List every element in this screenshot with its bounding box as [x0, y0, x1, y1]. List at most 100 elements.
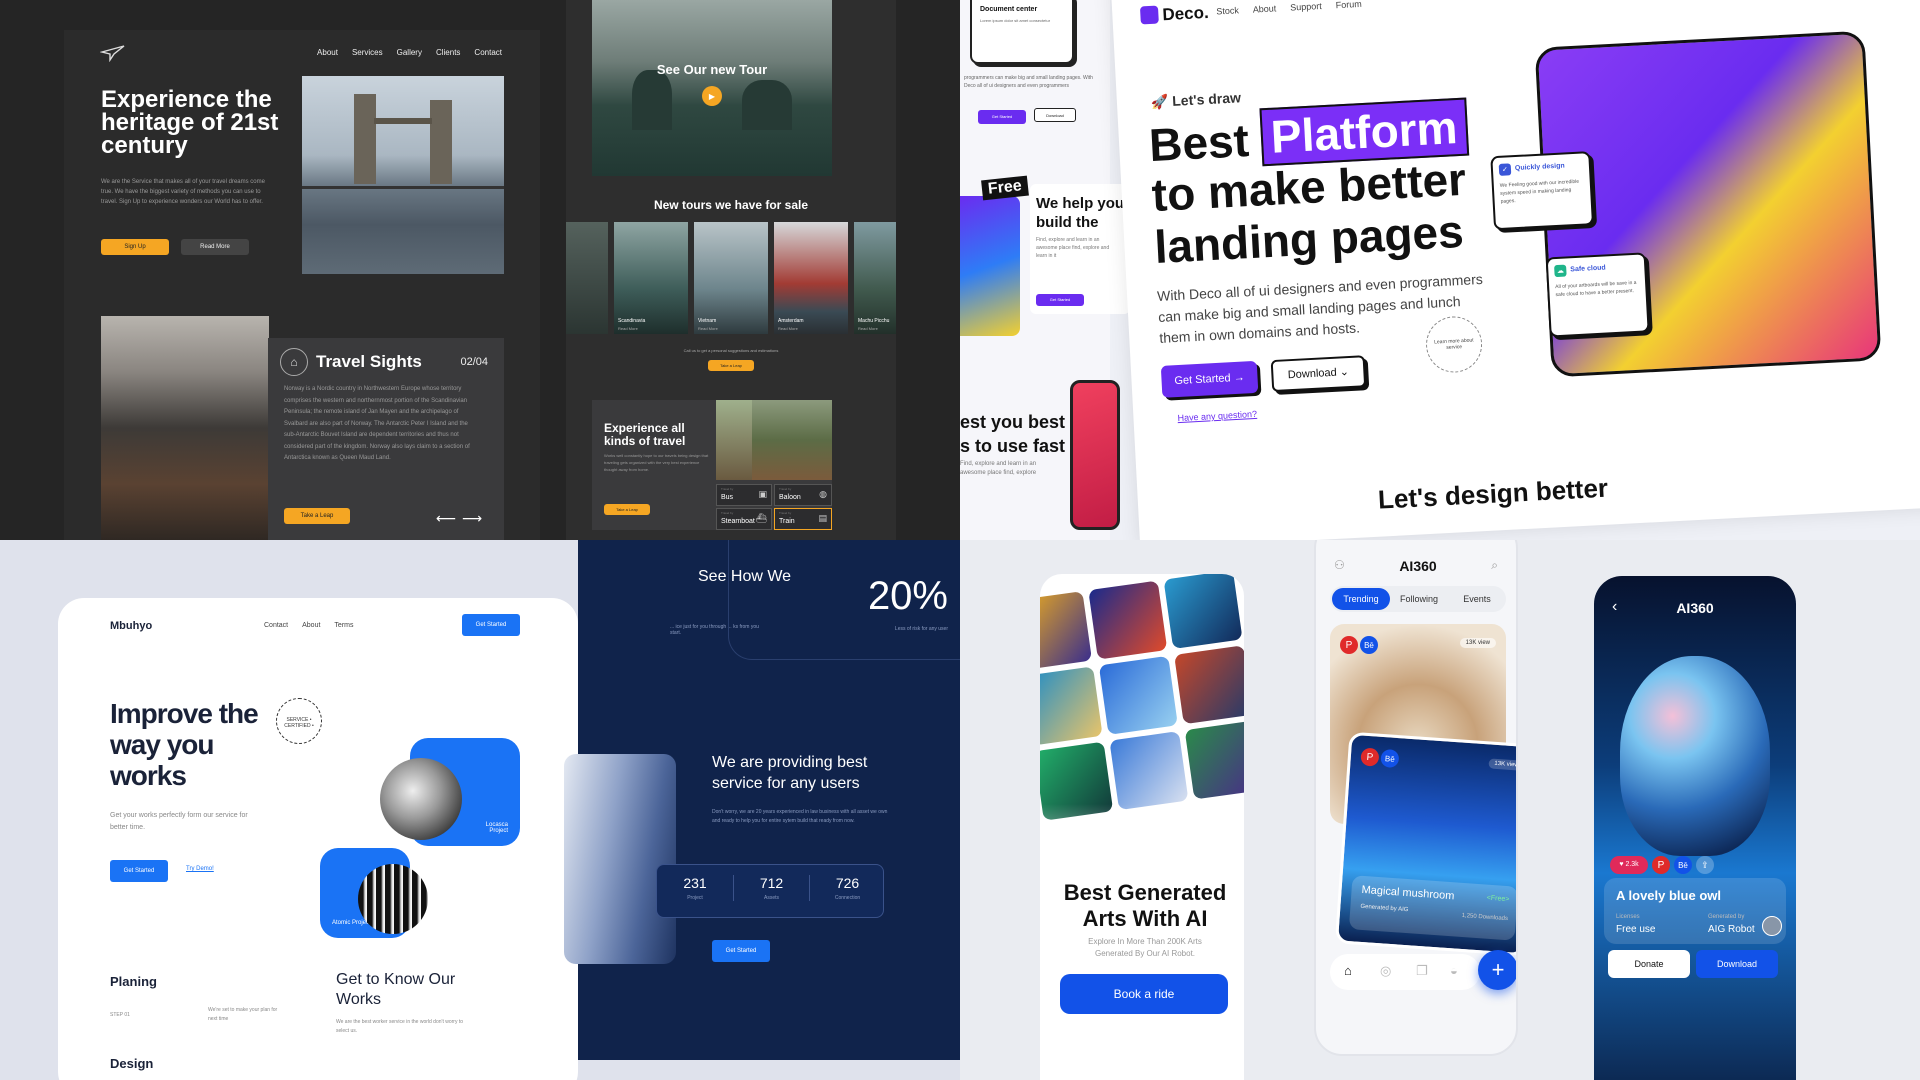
pinterest-icon[interactable]: P: [1360, 747, 1380, 767]
provide-title: We are providing best service for any us…: [712, 754, 868, 792]
tour-card-amsterdam[interactable]: Amsterdam Read More: [774, 222, 848, 334]
left-bottom-text: Find, explore and learn in an awesome pl…: [960, 461, 1037, 476]
deco-logo-icon: [1139, 5, 1159, 25]
share-icon[interactable]: ⇪: [1696, 856, 1714, 874]
tour-sub: Read More: [858, 326, 878, 331]
nav-about[interactable]: About: [1253, 3, 1277, 14]
nav-about[interactable]: About: [302, 622, 320, 629]
tour-video-image[interactable]: See Our new Tour ▶: [592, 0, 832, 176]
know-text: We are the best worker service in the wo…: [336, 1019, 464, 1034]
mushroom-card[interactable]: P Bē 13K view Magical mushroom <Free> Ge…: [1334, 731, 1516, 957]
compass-icon[interactable]: ◎: [1380, 963, 1391, 979]
tab-following[interactable]: Following: [1390, 588, 1448, 610]
sights-title: Travel Sights: [316, 352, 422, 371]
book-ride-button[interactable]: Book a ride: [1060, 974, 1228, 1014]
next-arrow-icon[interactable]: ⟶: [462, 510, 482, 527]
nav-support[interactable]: Support: [1290, 1, 1322, 13]
we-help-button[interactable]: Get Started: [1036, 294, 1084, 306]
mode-name: Baloon: [779, 494, 801, 501]
mode-label: Travel by: [779, 487, 792, 491]
nav-about[interactable]: About: [317, 48, 338, 57]
safe-cloud-card: Safe cloud ☁ All of your artboards will …: [1545, 252, 1650, 338]
balloon-icon: ◍: [819, 489, 827, 499]
nav-terms[interactable]: Terms: [334, 622, 353, 629]
check-icon: ✓: [1498, 163, 1512, 176]
layers-icon[interactable]: ❐: [1416, 963, 1428, 979]
side-get-started[interactable]: Get Started: [978, 110, 1026, 124]
exp-title: Experience all kinds of travel: [604, 421, 686, 448]
nav-stock[interactable]: Stock: [1216, 5, 1239, 16]
readmore-button[interactable]: Read More: [181, 239, 249, 255]
take-leap-button[interactable]: Take a Leap: [284, 508, 350, 524]
ai-quadrant: Best Generated Arts With AI Explore In M…: [960, 540, 1920, 1080]
donate-button[interactable]: Donate: [1608, 950, 1690, 978]
mbuhyo-nav: Contact About Terms: [250, 622, 353, 629]
hero-get-started[interactable]: Get Started: [110, 860, 168, 882]
exp-card: Experience all kinds of travel Works wel…: [592, 400, 832, 530]
mode-name: Bus: [721, 494, 734, 501]
mushroom-by: Generated by AIG: [1360, 903, 1409, 914]
tab-trending[interactable]: Trending: [1332, 588, 1390, 610]
nav-services[interactable]: Services: [352, 48, 383, 57]
tour-card-vietnam[interactable]: Vietnam Read More: [694, 222, 768, 334]
nav-contact[interactable]: Contact: [264, 622, 288, 629]
left-bottom-title: est you best s to use fast: [960, 412, 1066, 456]
pinterest-icon[interactable]: P: [1652, 856, 1670, 874]
tour-name: Scandinavia: [618, 318, 646, 324]
try-demo-link[interactable]: Try Demo!: [186, 866, 214, 872]
sights-icon: ⌂: [280, 348, 308, 376]
prev-arrow-icon[interactable]: ⟵: [436, 510, 456, 527]
card-label: Locasca Project: [485, 822, 508, 834]
question-link[interactable]: Have any question?: [1177, 409, 1257, 423]
we-help-title: We help you build the best landing: [1036, 195, 1125, 231]
nav-forum[interactable]: Forum: [1335, 0, 1362, 10]
mode-train[interactable]: Travel by Train ▤: [774, 508, 832, 530]
card2-title: Safe cloud: [1570, 264, 1606, 274]
pinterest-icon[interactable]: P: [1340, 636, 1358, 654]
curve-line: [728, 540, 960, 660]
signup-button[interactable]: Sign Up: [101, 239, 169, 255]
sights-card: ⌂ Travel Sights 02/04 Norway is a Nordic…: [268, 338, 504, 540]
tab-events[interactable]: Events: [1448, 588, 1506, 610]
behance-icon[interactable]: Bē: [1674, 856, 1692, 874]
like-badge[interactable]: ♥ 2.3k: [1610, 856, 1648, 874]
tour-card-scandinavia[interactable]: Scandinavia Read More: [614, 222, 688, 334]
side-download[interactable]: Download: [1034, 108, 1076, 122]
behance-icon[interactable]: Bē: [1380, 748, 1400, 769]
owl-app-title: AI360: [1676, 600, 1714, 616]
we-help-text: Find, explore and learn in an awesome pl…: [1036, 237, 1110, 259]
sights-page: 02/04: [460, 356, 488, 368]
download-button[interactable]: Download: [1696, 950, 1778, 978]
tour-name: Amsterdam: [778, 318, 804, 324]
stats-box: 231 Project 712 Assets 726 Connection: [656, 864, 884, 918]
certified-badge: SERVICE • CERTIFIED •: [276, 698, 322, 744]
download-button[interactable]: Download ⌄: [1270, 355, 1367, 393]
design-title: Design: [110, 1056, 154, 1071]
we-help-card: We help you build the best landing Find,…: [1030, 184, 1130, 314]
play-icon[interactable]: ▶: [702, 86, 722, 106]
behance-icon[interactable]: Bē: [1360, 636, 1378, 654]
mbuhyo-quadrant: Mbuhyo Contact About Terms Get Started Imp…: [0, 540, 960, 1080]
travel-quadrant: About Services Gallery Clients Contact Exper…: [0, 0, 960, 540]
stat-number: 712: [759, 875, 784, 891]
exp-leap-button[interactable]: Take a Leap: [604, 504, 650, 515]
stat-number: 231: [683, 875, 707, 891]
tours-leap-button[interactable]: Take a Leap: [708, 360, 754, 371]
dark-get-started[interactable]: Get Started: [712, 940, 770, 962]
mode-baloon[interactable]: Travel by Baloon ◍: [774, 484, 832, 506]
nav-gallery[interactable]: Gallery: [397, 48, 422, 57]
get-started-button[interactable]: Get Started →: [1160, 360, 1259, 398]
mode-steamboat[interactable]: Travel by Steamboat ⛴: [716, 508, 772, 530]
nav-get-started[interactable]: Get Started: [462, 614, 520, 636]
nav-clients[interactable]: Clients: [436, 48, 460, 57]
profile-icon[interactable]: ◒: [1450, 963, 1458, 978]
home-icon[interactable]: ⌂: [1344, 963, 1352, 978]
tour-sub: Read More: [698, 326, 718, 331]
mode-bus[interactable]: Travel by Bus ▣: [716, 484, 772, 506]
search-icon[interactable]: ⌕: [1491, 558, 1498, 573]
add-button[interactable]: +: [1478, 950, 1516, 990]
tours-note: Call us to get a personal suggestions an…: [683, 348, 779, 353]
nav-contact[interactable]: Contact: [474, 48, 502, 57]
tour-card-machu-picchu[interactable]: Machu Picchu Read More: [854, 222, 896, 334]
mbuhyo-hero: Improve the way you works: [110, 698, 259, 791]
